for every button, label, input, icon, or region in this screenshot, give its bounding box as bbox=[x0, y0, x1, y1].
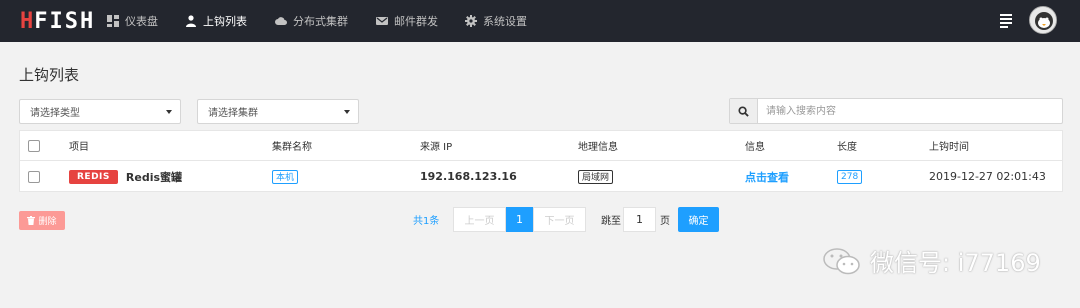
nav-item-dashboard[interactable]: 仪表盘 bbox=[107, 0, 158, 42]
nav-item-settings[interactable]: 系统设置 bbox=[465, 0, 527, 42]
project-cell: REDIS Redis蜜罐 bbox=[69, 161, 182, 192]
trash-icon bbox=[27, 216, 36, 225]
table-row: REDIS Redis蜜罐 本机 192.168.123.16 局域网 点击查看… bbox=[20, 161, 1062, 192]
cluster-badge: 本机 bbox=[272, 169, 299, 184]
menu-icon[interactable] bbox=[1000, 14, 1012, 28]
caret-down-icon bbox=[344, 110, 350, 114]
mail-icon bbox=[376, 17, 388, 25]
header-info: 信息 bbox=[745, 142, 765, 153]
page-unit-label: 页 bbox=[660, 216, 670, 227]
top-navbar: H FISH 仪表盘 上钩列表 分布式集群 邮件群发 系统设置 bbox=[0, 0, 1080, 42]
dashboard-icon bbox=[107, 15, 119, 27]
geo-cell: 局域网 bbox=[578, 161, 614, 192]
user-hook-icon bbox=[186, 15, 196, 27]
header-source-ip: 来源 IP bbox=[420, 142, 453, 153]
cloud-icon bbox=[275, 17, 287, 25]
geo-badge: 局域网 bbox=[578, 169, 614, 184]
source-ip: 192.168.123.16 bbox=[420, 170, 517, 183]
header-project: 项目 bbox=[69, 142, 89, 153]
hook-time: 2019-12-27 02:01:43 bbox=[929, 170, 1046, 183]
search-button[interactable] bbox=[730, 99, 758, 123]
row-checkbox[interactable] bbox=[28, 161, 40, 192]
header-cluster: 集群名称 bbox=[272, 142, 312, 153]
table-header: 项目 集群名称 来源 IP 地理信息 信息 长度 上钩时间 bbox=[20, 131, 1062, 161]
nav-item-cluster[interactable]: 分布式集群 bbox=[275, 0, 348, 42]
current-page[interactable]: 1 bbox=[506, 207, 533, 232]
jump-page-input[interactable]: 1 bbox=[623, 207, 656, 232]
select-all-checkbox[interactable] bbox=[28, 131, 40, 160]
cluster-select[interactable]: 请选择集群 bbox=[197, 99, 359, 124]
gear-icon bbox=[465, 15, 477, 27]
redis-tag: REDIS bbox=[69, 169, 118, 184]
avatar[interactable] bbox=[1029, 6, 1057, 34]
pagination-total: 共1条 bbox=[413, 216, 440, 227]
type-select[interactable]: 请选择类型 bbox=[19, 99, 181, 124]
jump-label: 跳至 bbox=[601, 216, 621, 227]
caret-down-icon bbox=[166, 110, 172, 114]
length-cell: 278 bbox=[837, 161, 863, 192]
header-geo: 地理信息 bbox=[578, 142, 618, 153]
cluster-cell: 本机 bbox=[272, 161, 299, 192]
jump-confirm-button[interactable]: 确定 bbox=[678, 207, 719, 232]
length-badge: 278 bbox=[837, 169, 863, 184]
hook-table: 项目 集群名称 来源 IP 地理信息 信息 长度 上钩时间 REDIS Redi… bbox=[19, 130, 1063, 192]
prev-page-button[interactable]: 上一页 bbox=[453, 207, 506, 232]
search-icon bbox=[738, 105, 749, 117]
header-length: 长度 bbox=[837, 142, 857, 153]
view-info-link[interactable]: 点击查看 bbox=[745, 161, 789, 192]
search-input[interactable] bbox=[758, 99, 1058, 123]
next-page-button[interactable]: 下一页 bbox=[533, 207, 586, 232]
wechat-watermark: 微信号: i77169 bbox=[822, 243, 1041, 278]
nav-item-hook-list[interactable]: 上钩列表 bbox=[185, 0, 247, 42]
delete-button[interactable]: 删除 bbox=[19, 211, 65, 230]
search-box bbox=[729, 98, 1063, 124]
header-time: 上钩时间 bbox=[929, 142, 969, 153]
project-name: Redis蜜罐 bbox=[125, 170, 183, 184]
avatar-image bbox=[1030, 7, 1056, 33]
nav-item-mail[interactable]: 邮件群发 bbox=[376, 0, 438, 42]
page-title: 上钩列表 bbox=[19, 66, 80, 84]
wechat-icon bbox=[823, 247, 860, 274]
pagination: 上一页 1 下一页 跳至 1 页 确定 bbox=[453, 207, 719, 232]
hfish-logo[interactable]: H FISH bbox=[20, 9, 95, 34]
